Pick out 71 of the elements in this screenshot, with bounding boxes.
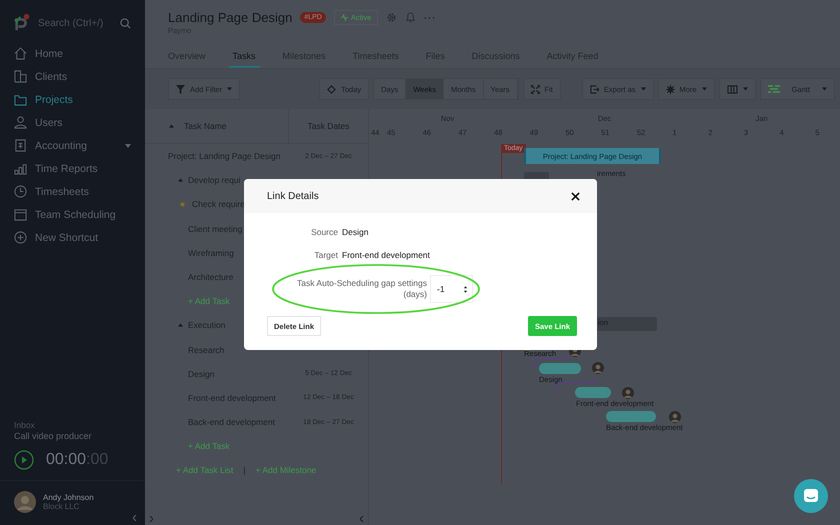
nav-item[interactable]: Accounting xyxy=(0,134,145,157)
fit-icon xyxy=(530,84,540,94)
columns-button[interactable] xyxy=(718,78,756,100)
export-icon xyxy=(590,84,599,94)
gantt-icon xyxy=(768,84,780,94)
close-icon[interactable] xyxy=(571,192,580,200)
bars-icon xyxy=(14,162,27,175)
collapse-caret-icon[interactable] xyxy=(178,323,183,328)
columns-icon xyxy=(726,84,738,94)
nav-item[interactable]: Home xyxy=(0,42,145,65)
avatar-icon xyxy=(622,387,634,399)
caret-icon xyxy=(742,87,748,91)
caret-icon xyxy=(640,87,646,91)
separator: | xyxy=(243,465,246,476)
pulse-icon xyxy=(340,14,348,21)
user-company: Block LLC xyxy=(43,502,80,511)
inbox-task: Call video producer xyxy=(14,431,93,441)
settings-icon[interactable] xyxy=(386,12,398,23)
chat-icon xyxy=(803,488,819,504)
add-task-list-link[interactable]: + Add Task List xyxy=(176,465,234,476)
field-label: Source xyxy=(310,227,338,237)
search-icon[interactable] xyxy=(120,18,131,28)
timer-time: 00:00 xyxy=(46,451,86,469)
nav-item[interactable]: Timesheets xyxy=(0,180,145,203)
user-icon xyxy=(14,116,27,129)
project-title: Landing Page Design xyxy=(168,10,292,25)
folder-icon xyxy=(14,93,27,106)
collapse-caret-icon[interactable] xyxy=(178,178,183,182)
dialog-title: Link Details xyxy=(267,190,319,202)
nav-item[interactable]: New Shortcut xyxy=(0,226,145,249)
caret-icon xyxy=(125,144,131,148)
collapse-icon[interactable] xyxy=(133,515,137,521)
logo-icon xyxy=(14,14,30,32)
field-value: Design xyxy=(342,227,368,237)
avatar-icon xyxy=(669,411,681,423)
nav-item[interactable]: Projects xyxy=(0,88,145,111)
avatar-icon xyxy=(592,362,604,374)
inbox-label: Inbox xyxy=(14,420,36,430)
home-icon xyxy=(14,47,27,60)
gap-settings-label: Task Auto-Scheduling gap settings (days) xyxy=(296,278,427,300)
expand-icon[interactable] xyxy=(149,516,153,522)
ledger-icon xyxy=(14,139,27,152)
field-value: Front-end development xyxy=(342,250,430,260)
spinner-icon[interactable] xyxy=(462,284,468,294)
add-task-link[interactable]: + Add Task xyxy=(145,441,368,452)
caret-icon xyxy=(822,87,827,91)
filter-icon xyxy=(176,84,185,94)
caret-icon xyxy=(227,87,232,91)
field-label: Target xyxy=(313,250,338,260)
sort-icon[interactable] xyxy=(169,124,174,128)
nav-item[interactable]: Team Scheduling xyxy=(0,203,145,226)
milestone-icon xyxy=(180,202,185,207)
avatar-icon[interactable] xyxy=(14,491,36,513)
plus-icon xyxy=(14,231,27,244)
play-icon[interactable] xyxy=(14,450,34,470)
building-icon xyxy=(14,70,27,83)
add-milestone-link[interactable]: + Add Milestone xyxy=(255,465,316,476)
collapse-icon[interactable] xyxy=(360,516,364,522)
search-field[interactable]: Search (Ctrl+/) xyxy=(38,18,112,28)
gap-days-input[interactable]: -1 xyxy=(430,275,473,303)
nav-item[interactable]: Time Reports xyxy=(0,157,145,180)
nav-item[interactable]: Users xyxy=(0,111,145,134)
nav-item[interactable]: Clients xyxy=(0,65,145,88)
clock-icon xyxy=(14,185,27,198)
caret-icon xyxy=(702,87,707,91)
more-icon[interactable] xyxy=(424,16,436,20)
user-name: Andy Johnson xyxy=(43,493,94,502)
calendar-icon xyxy=(14,208,27,221)
bell-icon[interactable] xyxy=(405,12,416,23)
gear-icon xyxy=(666,84,674,94)
diamond-icon xyxy=(327,84,336,94)
